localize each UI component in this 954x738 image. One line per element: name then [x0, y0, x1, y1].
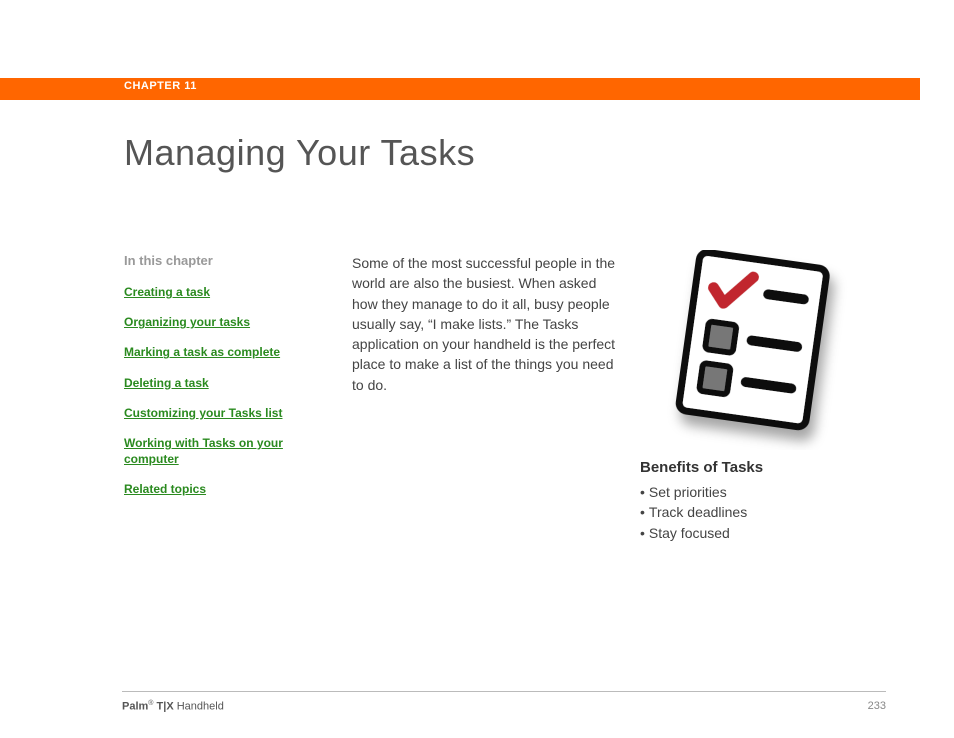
benefits-section: Benefits of Tasks •Set priorities •Track…	[640, 459, 890, 543]
footer-suffix: Handheld	[174, 701, 224, 713]
toc-link-organizing-your-tasks[interactable]: Organizing your tasks	[124, 314, 334, 330]
toc-link-working-on-computer[interactable]: Working with Tasks on your computer	[124, 435, 334, 467]
tasks-illustration	[660, 250, 850, 455]
checklist-icon	[660, 250, 850, 450]
chapter-label: CHAPTER 11	[124, 80, 197, 92]
benefit-item: •Track deadlines	[640, 502, 890, 522]
benefit-text: Set priorities	[649, 484, 727, 500]
page-number: 233	[868, 700, 886, 712]
toc-heading: In this chapter	[124, 253, 334, 268]
toc-link-marking-complete[interactable]: Marking a task as complete	[124, 344, 334, 360]
toc-link-customizing-list[interactable]: Customizing your Tasks list	[124, 405, 334, 421]
footer-model: T|X	[153, 701, 173, 713]
page: CHAPTER 11 Managing Your Tasks In this c…	[0, 0, 954, 738]
footer-product: Palm® T|X Handheld	[122, 700, 224, 713]
intro-paragraph: Some of the most successful people in th…	[352, 253, 622, 395]
in-this-chapter: In this chapter Creating a task Organizi…	[124, 253, 334, 512]
toc-link-deleting-a-task[interactable]: Deleting a task	[124, 375, 334, 391]
benefit-item: •Stay focused	[640, 523, 890, 543]
benefit-item: •Set priorities	[640, 482, 890, 502]
page-title: Managing Your Tasks	[124, 132, 475, 174]
toc-link-related-topics[interactable]: Related topics	[124, 481, 334, 497]
toc-link-creating-a-task[interactable]: Creating a task	[124, 284, 334, 300]
footer-rule	[122, 691, 886, 692]
benefits-heading: Benefits of Tasks	[640, 459, 890, 476]
benefit-text: Track deadlines	[649, 504, 747, 520]
benefit-text: Stay focused	[649, 525, 730, 541]
footer-brand: Palm	[122, 701, 148, 713]
